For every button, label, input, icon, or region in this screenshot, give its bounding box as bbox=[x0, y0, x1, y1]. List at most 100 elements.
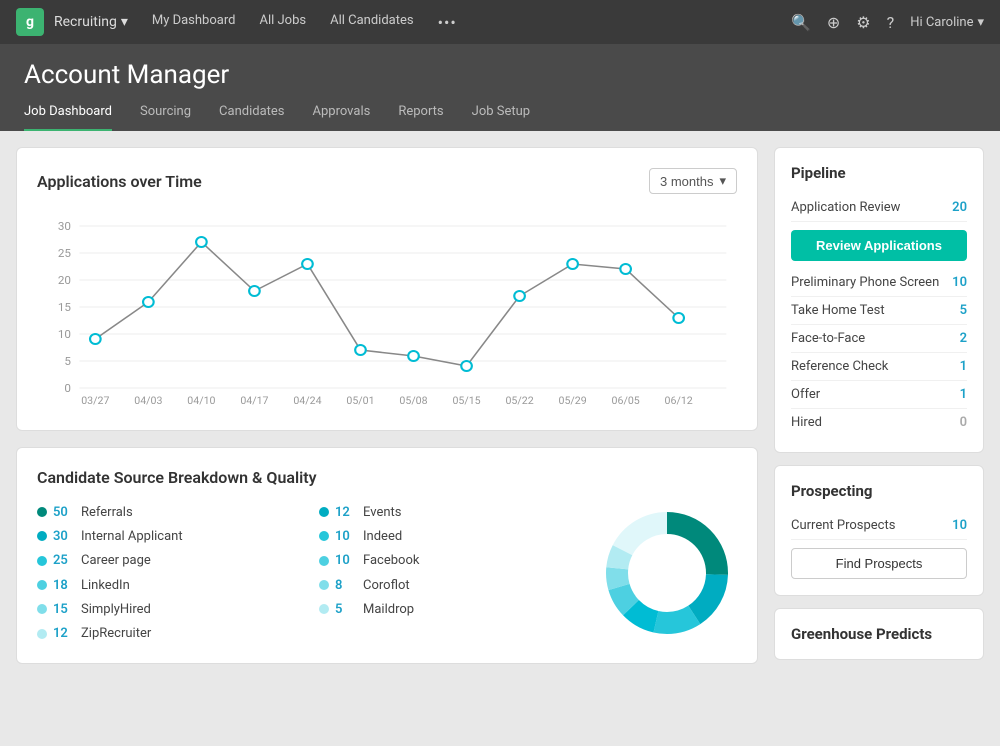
left-column: Applications over Time 3 months ▾ 30 25 bbox=[16, 147, 758, 664]
tab-job-setup[interactable]: Job Setup bbox=[472, 104, 530, 131]
pipeline-stage-count: 0 bbox=[960, 415, 967, 430]
source-count: 30 bbox=[53, 529, 75, 544]
source-count: 10 bbox=[335, 553, 357, 568]
logo: g bbox=[16, 8, 44, 36]
tab-reports[interactable]: Reports bbox=[398, 104, 443, 131]
prospects-label: Current Prospects bbox=[791, 518, 895, 533]
nav-all-jobs[interactable]: All Jobs bbox=[259, 13, 306, 32]
source-label: ZipRecruiter bbox=[81, 626, 151, 641]
svg-text:5: 5 bbox=[64, 354, 71, 368]
svg-text:03/27: 03/27 bbox=[81, 394, 109, 407]
nav-all-candidates[interactable]: All Candidates bbox=[330, 13, 414, 32]
nav-my-dashboard[interactable]: My Dashboard bbox=[152, 13, 236, 32]
chart-point bbox=[302, 259, 313, 269]
chart-point bbox=[514, 291, 525, 301]
list-item: 5 Maildrop bbox=[319, 600, 581, 618]
find-prospects-button[interactable]: Find Prospects bbox=[791, 548, 967, 579]
pipeline-stage-label: Offer bbox=[791, 387, 820, 402]
source-dot bbox=[319, 531, 329, 541]
review-applications-button[interactable]: Review Applications bbox=[791, 230, 967, 261]
source-count: 8 bbox=[335, 578, 357, 593]
pipeline-stage-count: 10 bbox=[952, 275, 967, 290]
brand-nav[interactable]: Recruiting ▾ bbox=[54, 14, 128, 30]
svg-text:04/10: 04/10 bbox=[187, 394, 215, 407]
pipeline-stage-label: Reference Check bbox=[791, 359, 888, 374]
svg-text:05/01: 05/01 bbox=[346, 394, 374, 407]
dropdown-label: 3 months bbox=[660, 174, 713, 189]
source-label: Maildrop bbox=[363, 602, 414, 617]
source-label: Referrals bbox=[81, 505, 133, 520]
gear-icon[interactable]: ⚙ bbox=[856, 13, 870, 32]
help-icon[interactable]: ? bbox=[887, 13, 895, 32]
source-label: Events bbox=[363, 505, 401, 520]
svg-text:05/08: 05/08 bbox=[399, 394, 427, 407]
greenhouse-predicts-card: Greenhouse Predicts bbox=[774, 608, 984, 660]
svg-text:25: 25 bbox=[58, 246, 71, 260]
time-range-dropdown[interactable]: 3 months ▾ bbox=[649, 168, 737, 194]
tab-bar: Job Dashboard Sourcing Candidates Approv… bbox=[24, 104, 976, 131]
list-item: 12 Events bbox=[319, 503, 581, 521]
add-icon[interactable]: ⊕ bbox=[827, 13, 840, 32]
nav-links: My Dashboard All Jobs All Candidates ••• bbox=[152, 13, 457, 32]
source-label: Career page bbox=[81, 553, 151, 568]
list-item: 15 SimplyHired bbox=[37, 600, 299, 618]
pipeline-row-face-to-face: Face-to-Face 2 bbox=[791, 325, 967, 353]
chart-point bbox=[249, 286, 260, 296]
greenhouse-predicts-title: Greenhouse Predicts bbox=[791, 625, 967, 643]
pipeline-stage-count: 20 bbox=[952, 200, 967, 215]
source-title: Candidate Source Breakdown & Quality bbox=[37, 468, 737, 487]
pipeline-stage-label: Face-to-Face bbox=[791, 331, 865, 346]
svg-text:20: 20 bbox=[58, 273, 71, 287]
svg-text:06/05: 06/05 bbox=[612, 394, 640, 407]
brand-label: Recruiting bbox=[54, 14, 117, 30]
pipeline-stage-label: Preliminary Phone Screen bbox=[791, 275, 939, 290]
user-chevron: ▾ bbox=[977, 15, 984, 30]
tab-approvals[interactable]: Approvals bbox=[313, 104, 371, 131]
source-count: 18 bbox=[53, 578, 75, 593]
source-dot bbox=[37, 531, 47, 541]
search-icon[interactable]: 🔍 bbox=[791, 13, 811, 32]
dropdown-chevron: ▾ bbox=[719, 173, 726, 189]
tab-candidates[interactable]: Candidates bbox=[219, 104, 284, 131]
pipeline-row-application-review: Application Review 20 bbox=[791, 194, 967, 222]
prospects-count: 10 bbox=[952, 518, 967, 533]
chart-point bbox=[620, 264, 631, 274]
list-item: 18 LinkedIn bbox=[37, 576, 299, 594]
brand-chevron: ▾ bbox=[121, 14, 128, 30]
svg-text:10: 10 bbox=[58, 327, 71, 341]
source-label: LinkedIn bbox=[81, 578, 130, 593]
top-nav: g Recruiting ▾ My Dashboard All Jobs All… bbox=[0, 0, 1000, 44]
tab-job-dashboard[interactable]: Job Dashboard bbox=[24, 104, 112, 131]
svg-text:06/12: 06/12 bbox=[665, 394, 693, 407]
chart-title: Applications over Time bbox=[37, 172, 202, 191]
user-menu[interactable]: Hi Caroline ▾ bbox=[910, 15, 984, 30]
page-header: Account Manager Job Dashboard Sourcing C… bbox=[0, 44, 1000, 131]
page-title: Account Manager bbox=[24, 60, 976, 90]
source-dot bbox=[37, 507, 47, 517]
pipeline-stage-count: 1 bbox=[960, 359, 967, 374]
svg-text:30: 30 bbox=[58, 219, 71, 233]
source-dot bbox=[319, 507, 329, 517]
list-item: 25 Career page bbox=[37, 552, 299, 570]
current-prospects-row: Current Prospects 10 bbox=[791, 512, 967, 540]
pipeline-stage-count: 2 bbox=[960, 331, 967, 346]
line-chart: 30 25 20 15 10 5 0 bbox=[37, 206, 737, 406]
source-count: 12 bbox=[335, 505, 357, 520]
source-breakdown-card: Candidate Source Breakdown & Quality 50 … bbox=[16, 447, 758, 664]
source-dot bbox=[37, 580, 47, 590]
pipeline-title: Pipeline bbox=[791, 164, 967, 182]
source-count: 50 bbox=[53, 505, 75, 520]
list-item: 8 Coroflot bbox=[319, 576, 581, 594]
chart-point bbox=[408, 351, 419, 361]
list-item: 12 ZipRecruiter bbox=[37, 625, 299, 643]
source-count: 10 bbox=[335, 529, 357, 544]
pipeline-stage-label: Hired bbox=[791, 415, 822, 430]
top-nav-right: 🔍 ⊕ ⚙ ? Hi Caroline ▾ bbox=[791, 13, 984, 32]
nav-more[interactable]: ••• bbox=[438, 13, 457, 32]
pipeline-row-reference-check: Reference Check 1 bbox=[791, 353, 967, 381]
source-label: Indeed bbox=[363, 529, 402, 544]
pipeline-stage-count: 5 bbox=[960, 303, 967, 318]
tab-sourcing[interactable]: Sourcing bbox=[140, 104, 191, 131]
svg-text:04/24: 04/24 bbox=[293, 394, 321, 407]
source-count: 12 bbox=[53, 626, 75, 641]
